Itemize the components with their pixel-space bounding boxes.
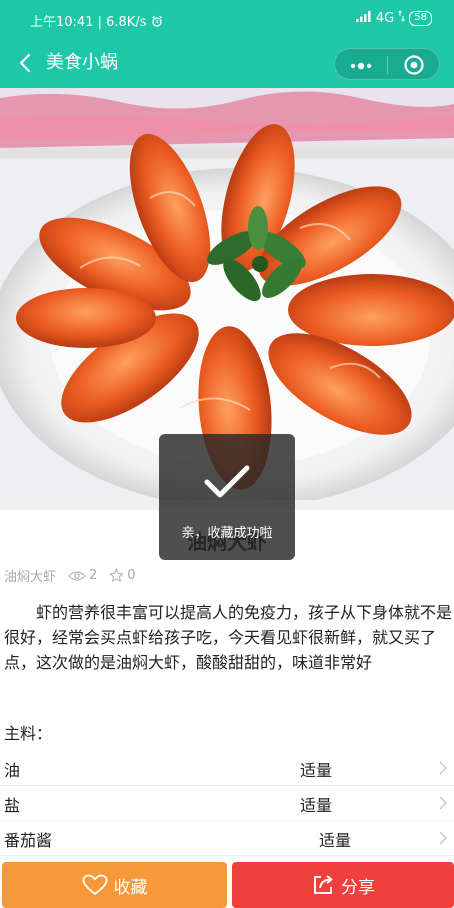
ingredients-label: 主料： (4, 724, 53, 743)
data-arrows-icon (398, 10, 406, 26)
status-separator: | (97, 15, 107, 30)
mini-program-capsule (334, 48, 440, 80)
alarm-icon (151, 15, 163, 30)
recipe-name: 油焖大虾 (4, 570, 57, 585)
battery-icon: 58 (409, 10, 432, 26)
checkmark-icon (204, 465, 250, 498)
capsule-divider (387, 56, 388, 74)
favorites-value: 0 (127, 568, 136, 583)
share-icon (314, 875, 333, 894)
heart-icon (82, 874, 107, 895)
chevron-right-icon (439, 761, 448, 775)
views-count: 2 (68, 568, 97, 583)
toast-message: 亲，收藏成功啦 (181, 526, 273, 541)
recipe-meta: 油焖大虾 2 0 (4, 566, 136, 585)
ingredient-amount: 适量 (300, 761, 333, 780)
favorite-button[interactable]: 收藏 (2, 862, 227, 908)
ingredient-row[interactable]: 盐 适量 (0, 786, 454, 821)
ingredient-name: 盐 (4, 796, 21, 815)
target-close-icon (404, 55, 424, 75)
status-speed: 6.8K/s (106, 15, 147, 30)
star-icon (109, 568, 124, 582)
ingredient-amount: 适量 (319, 831, 352, 850)
share-label: 分享 (341, 877, 375, 898)
network-type: 4G (375, 10, 395, 26)
status-left: 上午10:41 | 6.8K/s (30, 11, 163, 30)
eye-icon (68, 570, 86, 581)
chevron-right-icon (439, 796, 448, 810)
favorite-label: 收藏 (113, 877, 148, 898)
success-toast: 亲，收藏成功啦 (159, 434, 295, 560)
ingredient-row[interactable]: 番茄酱 适量 (0, 821, 454, 856)
close-mini-program-button[interactable] (403, 54, 425, 76)
nav-bar: 美食小蜗 (0, 38, 454, 88)
share-button[interactable]: 分享 (232, 862, 454, 908)
views-value: 2 (89, 568, 98, 583)
signal-icon (355, 10, 372, 26)
favorites-count: 0 (109, 568, 136, 583)
ingredient-name: 番茄酱 (4, 831, 53, 850)
recipe-description: 虾的营养很丰富可以提高人的免疫力，孩子从下身体就不是很好，经常会买点虾给孩子吃，… (4, 603, 453, 672)
ingredient-row[interactable]: 油 适量 (0, 751, 454, 786)
chevron-left-icon (19, 53, 31, 73)
more-button[interactable] (349, 58, 373, 72)
page-title: 美食小蜗 (46, 52, 118, 73)
ingredient-name: 油 (4, 761, 21, 780)
status-bar: 上午10:41 | 6.8K/s 4G 58 (0, 0, 454, 38)
chevron-right-icon (439, 831, 448, 845)
status-right: 4G 58 (355, 10, 432, 26)
more-dots-icon (350, 62, 372, 70)
back-button[interactable] (14, 51, 38, 75)
ingredient-amount: 适量 (300, 796, 333, 815)
battery-level: 58 (414, 11, 427, 23)
status-time: 上午10:41 (30, 15, 94, 30)
